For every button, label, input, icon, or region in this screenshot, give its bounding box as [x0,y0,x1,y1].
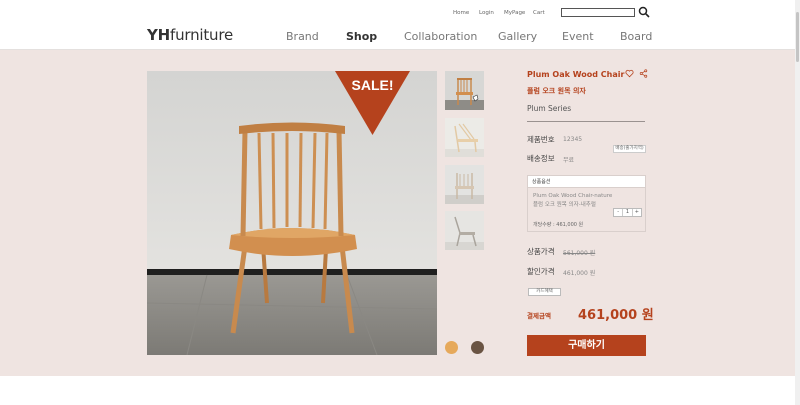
option-header: 상품옵션 [528,176,645,188]
search-icon[interactable] [638,6,650,18]
sale-badge: SALE! [335,71,410,135]
option-box: 상품옵션 Plum Oak Wood Chair-nature 플럼 오크 원목… [527,175,646,232]
shipping-label: 배송정보 [527,154,555,163]
util-link-login[interactable]: Login [479,10,494,16]
nav-item-collaboration[interactable]: Collaboration [404,30,477,43]
price-value: 561,000 원 [563,250,596,257]
product-series: Plum Series [527,104,572,113]
share-icon[interactable] [639,69,648,78]
product-title-korean: 플럼 오크 원목 의자 [527,87,586,95]
nav-item-shop[interactable]: Shop [346,30,377,43]
product-code-value: 12345 [563,136,583,143]
thumbnail-2[interactable] [445,118,484,157]
nav-item-gallery[interactable]: Gallery [498,30,537,43]
scrollbar-thumb[interactable] [796,12,799,62]
product-code-label: 제품번호 [527,135,555,144]
option-name-en: Plum Oak Wood Chair-nature [533,193,613,199]
nav-item-brand[interactable]: Brand [286,30,319,43]
option-name-kor: 플럼 오크 원목 의자-내추럴 [533,202,596,208]
thumbnail-3[interactable] [445,165,484,204]
price-label: 상품가격 [527,247,555,256]
heart-icon[interactable] [625,69,634,78]
main-nav: Brand Shop Collaboration Gallery Event B… [0,30,800,44]
product-divider [527,121,645,122]
shipping-info-button[interactable]: 배송(출가지역) [613,145,646,153]
option-unit-price: 개당수량 : 461,000 원 [533,222,584,228]
quantity-stepper: - 1 + [613,208,642,217]
payment-amount: 461,000 원 [578,308,654,323]
quantity-minus-button[interactable]: - [614,209,622,216]
buy-button[interactable]: 구매하기 [527,335,646,356]
payment-label: 결제금액 [527,312,551,320]
thumbnail-1[interactable] [445,71,484,110]
card-benefit-button[interactable]: 카드혜택 [528,288,561,296]
quantity-plus-button[interactable]: + [633,209,641,216]
nav-item-board[interactable]: Board [620,30,652,43]
discount-value: 461,000 원 [563,270,596,277]
util-link-cart[interactable]: Cart [533,10,545,16]
thumbnail-3-image [445,173,484,204]
thumbnail-4[interactable] [445,211,484,250]
discount-label: 할인가격 [527,267,555,276]
shipping-value: 무료 [563,157,575,164]
thumbnail-2-image [445,123,484,157]
color-swatch-nature[interactable] [445,341,458,354]
util-link-home[interactable]: Home [453,10,469,16]
nav-item-event[interactable]: Event [562,30,594,43]
thumbnail-4-image [445,216,484,250]
color-swatch-walnut[interactable] [471,341,484,354]
search-input[interactable] [561,8,635,17]
thumbnail-1-image [445,78,484,110]
quantity-value[interactable]: 1 [622,209,633,216]
product-title: Plum Oak Wood Chair [527,70,625,79]
sale-badge-label: SALE! [352,77,394,93]
util-link-mypage[interactable]: MyPage [504,10,525,16]
